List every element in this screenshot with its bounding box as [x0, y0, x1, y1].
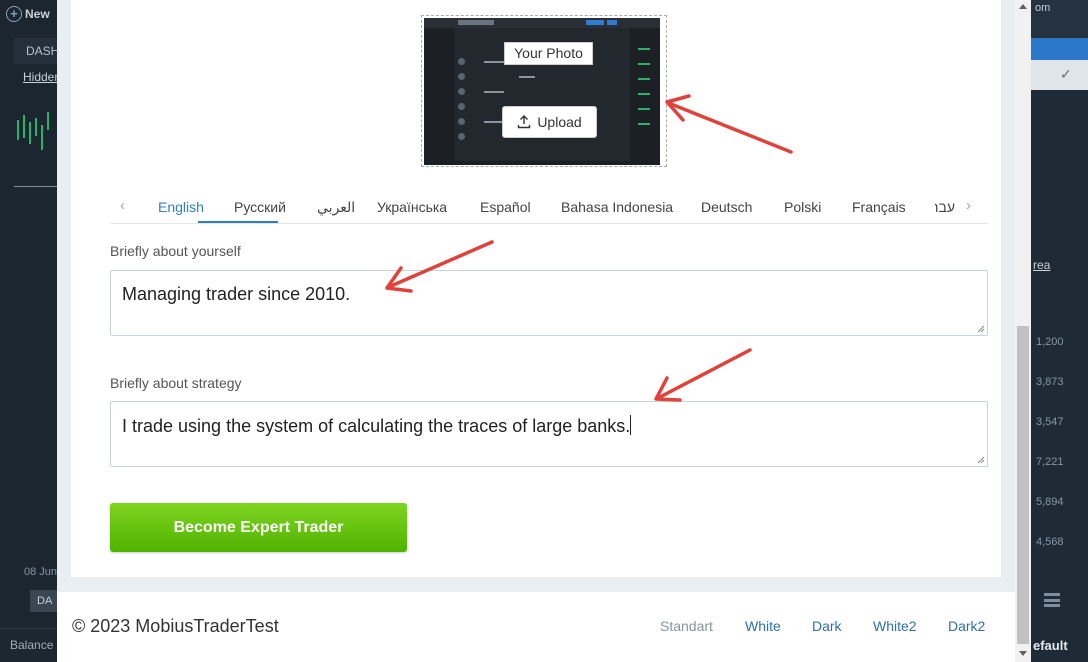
about-strategy-value: I trade using the system of calculating …: [122, 416, 631, 436]
upload-button[interactable]: Upload: [502, 106, 597, 138]
tab-polish[interactable]: Polski: [784, 199, 821, 215]
active-tab-indicator: [198, 221, 278, 223]
right-number: 5,894: [1036, 496, 1064, 508]
about-yourself-textarea[interactable]: Managing trader since 2010.: [110, 270, 988, 336]
right-number: 1,200: [1036, 336, 1064, 348]
tabs-prev-icon[interactable]: ‹: [120, 197, 125, 214]
theme-dark[interactable]: Dark: [812, 618, 842, 634]
theme-white2[interactable]: White2: [873, 618, 917, 634]
right-number: 4,568: [1036, 536, 1064, 548]
resize-handle-icon[interactable]: [977, 325, 985, 333]
theme-white[interactable]: White: [745, 618, 781, 634]
about-yourself-label: Briefly about yourself: [110, 243, 241, 259]
scroll-up-icon[interactable]: [1019, 4, 1027, 9]
tab-indonesian[interactable]: Bahasa Indonesia: [561, 199, 673, 215]
new-button[interactable]: + New: [6, 6, 50, 22]
photo-dropzone[interactable]: [421, 15, 667, 167]
tab-arabic[interactable]: العربي: [317, 199, 355, 216]
tab-english[interactable]: English: [158, 199, 204, 215]
default-label: efault: [1033, 638, 1068, 653]
divider: [14, 186, 57, 187]
right-number: 3,873: [1036, 376, 1064, 388]
upload-icon: [518, 115, 531, 129]
area-link[interactable]: rea: [1033, 258, 1050, 272]
date-label: 08 Jun: [24, 566, 58, 578]
tab-russian[interactable]: Русский: [234, 199, 286, 215]
right-number: 3,547: [1036, 416, 1064, 428]
tab-hebrew[interactable]: עברית: [935, 199, 955, 215]
scrollbar-thumb[interactable]: [1017, 326, 1029, 644]
dashboard-tab[interactable]: DASH: [14, 38, 59, 64]
modal-body: Your Photo Upload ‹ English Русский العر…: [57, 0, 1015, 592]
become-expert-trader-button[interactable]: Become Expert Trader: [110, 503, 407, 552]
scroll-down-icon[interactable]: [1019, 651, 1027, 656]
tab-german[interactable]: Deutsch: [701, 199, 752, 215]
tab-french[interactable]: Français: [852, 199, 906, 215]
about-strategy-label: Briefly about strategy: [110, 375, 242, 391]
right-number: 7,221: [1036, 456, 1064, 468]
plus-icon: +: [6, 6, 22, 22]
language-tabs: ‹ English Русский العربي Українська Espa…: [110, 193, 988, 224]
modal-scrollbar[interactable]: [1015, 0, 1031, 662]
balance-label: Balance: [10, 638, 54, 652]
menu-icon[interactable]: [1044, 593, 1060, 607]
candlestick-chart: [17, 112, 49, 150]
tab-ukrainian[interactable]: Українська: [377, 199, 447, 215]
da-button[interactable]: DA: [30, 590, 57, 612]
check-icon: ✓: [1060, 66, 1072, 82]
about-yourself-value: Managing trader since 2010.: [122, 284, 351, 304]
about-strategy-textarea[interactable]: I trade using the system of calculating …: [110, 401, 988, 467]
upload-button-label: Upload: [537, 114, 582, 130]
right-top-text: om: [1035, 2, 1051, 14]
text-cursor: [630, 415, 632, 435]
hidden-link[interactable]: Hidden: [23, 70, 61, 84]
new-button-label: New: [25, 7, 50, 21]
your-photo-label: Your Photo: [504, 42, 593, 65]
theme-standart[interactable]: Standart: [660, 618, 713, 634]
form-card: Your Photo Upload ‹ English Русский العر…: [71, 0, 1001, 577]
tab-spanish[interactable]: Español: [480, 199, 531, 215]
footer: © 2023 MobiusTraderTest Standart White D…: [57, 592, 1015, 662]
resize-handle-icon[interactable]: [977, 456, 985, 464]
photo-preview: [424, 18, 660, 165]
background-right-panel: [1031, 0, 1088, 662]
tabs-next-icon[interactable]: ›: [966, 197, 971, 214]
copyright-text: © 2023 MobiusTraderTest: [72, 616, 279, 636]
expert-trader-modal: Your Photo Upload ‹ English Русский العر…: [57, 0, 1031, 662]
theme-dark2[interactable]: Dark2: [948, 618, 985, 634]
